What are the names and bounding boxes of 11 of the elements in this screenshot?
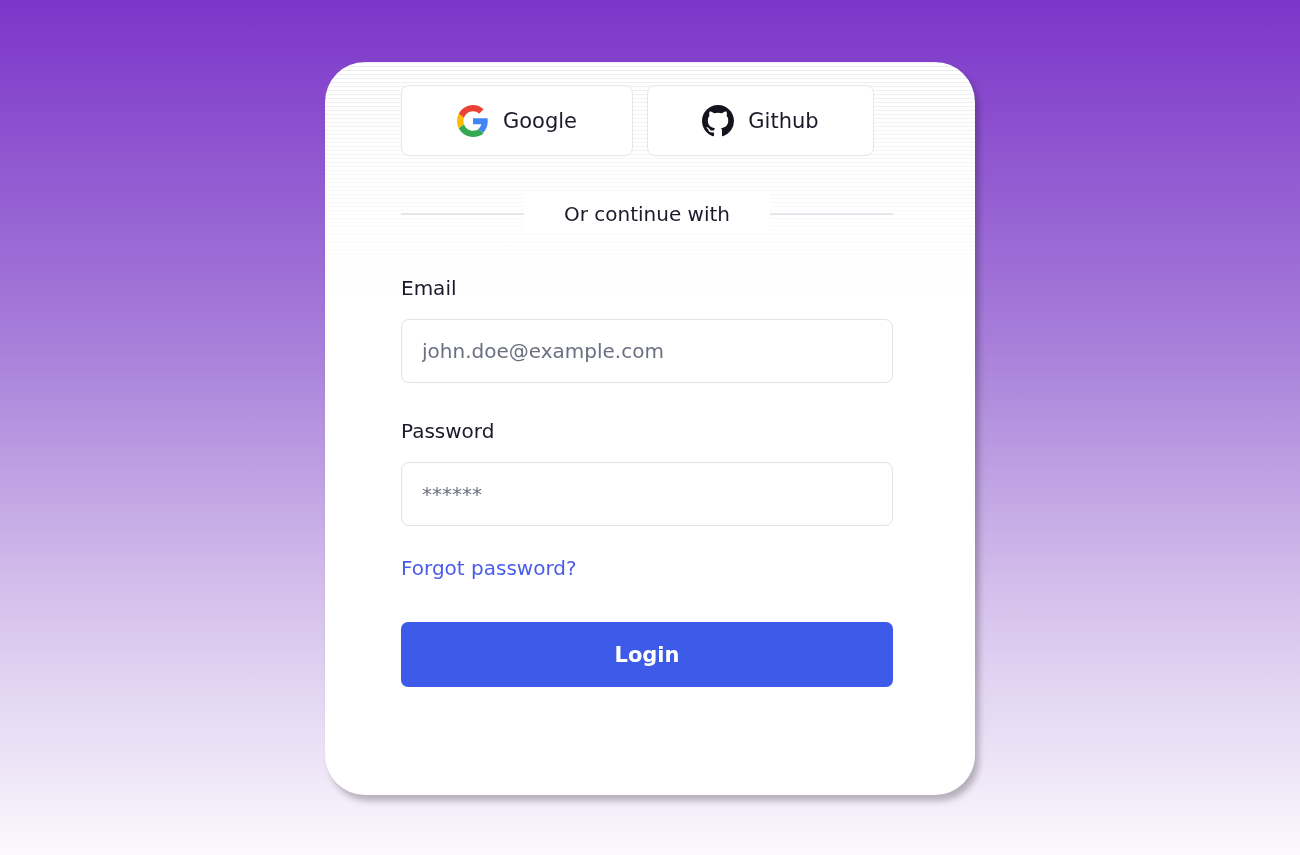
google-icon — [456, 104, 489, 137]
google-login-button[interactable]: Google — [401, 85, 633, 156]
email-field[interactable]: john.doe@example.com — [401, 319, 893, 383]
github-login-button[interactable]: Github — [647, 85, 874, 156]
field-label: Email — [401, 276, 458, 300]
divider-text: Or continue with — [523, 194, 771, 234]
password-field[interactable]: ****** — [401, 462, 893, 526]
field-label: Password — [401, 419, 496, 443]
login-button[interactable]: Login — [401, 622, 893, 687]
forgot-password-link[interactable]: Forgot password? — [401, 556, 577, 580]
github-icon — [702, 104, 735, 137]
